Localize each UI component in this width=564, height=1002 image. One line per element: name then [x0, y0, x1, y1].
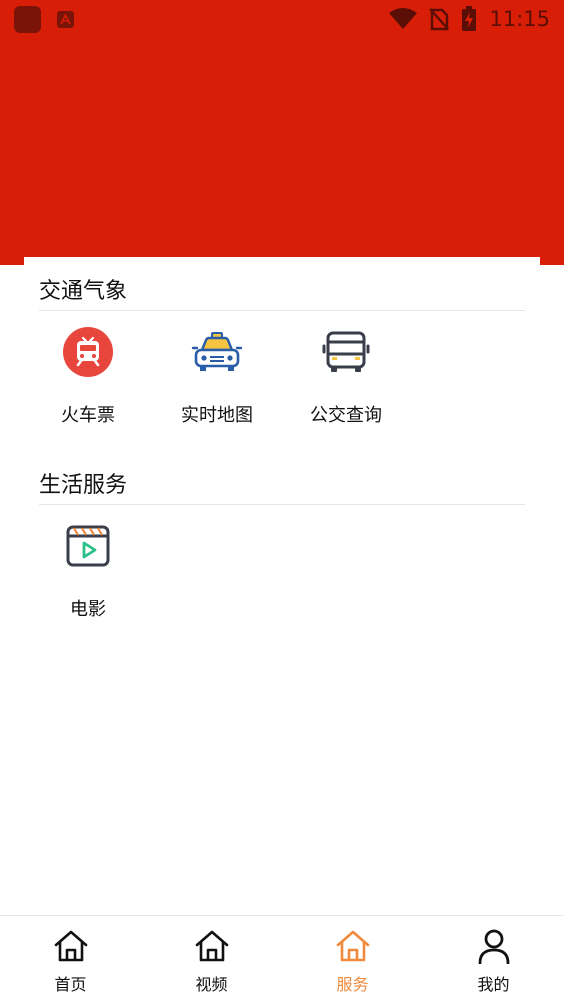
tab-label: 首页 — [54, 975, 87, 994]
app-icon — [14, 5, 41, 33]
tab-label: 服务 — [336, 975, 369, 994]
service-label: 火车票 — [61, 405, 115, 426]
bottom-nav: 首页 视频 服务 我的 — [0, 915, 564, 1002]
taxi-map-icon — [190, 325, 244, 379]
bus-icon — [319, 325, 373, 379]
tab-services[interactable]: 服务 — [282, 916, 423, 1002]
section-divider — [39, 504, 525, 505]
section-title-life-services: 生活服务 — [39, 473, 128, 498]
service-item-movie[interactable]: 电影 — [23, 519, 153, 621]
home-icon — [52, 927, 90, 965]
service-label: 公交查询 — [310, 405, 382, 426]
service-item-bus-query[interactable]: 公交查询 — [281, 325, 411, 427]
section-divider — [39, 310, 525, 311]
train-icon — [61, 325, 115, 379]
tab-label: 视频 — [195, 975, 228, 994]
service-item-train-ticket[interactable]: 火车票 — [23, 325, 153, 427]
section-title-transport: 交通气象 — [39, 279, 128, 304]
status-left — [14, 5, 74, 33]
text-a-icon — [57, 10, 74, 28]
user-icon — [475, 927, 513, 965]
home-icon — [334, 927, 372, 965]
battery-charging-icon — [462, 6, 477, 31]
service-label: 实时地图 — [181, 405, 253, 426]
tab-label: 我的 — [477, 975, 510, 994]
status-bar: 11:15 — [0, 0, 564, 38]
tab-mine[interactable]: 我的 — [423, 916, 564, 1002]
no-sim-icon — [429, 8, 450, 31]
status-right: 11:15 — [389, 6, 550, 32]
header-banner — [0, 0, 564, 265]
movie-icon — [61, 519, 115, 573]
service-item-realtime-map[interactable]: 实时地图 — [152, 325, 282, 427]
status-time: 11:15 — [489, 7, 550, 31]
service-label: 电影 — [70, 599, 106, 620]
app-screen: 11:15 交通气象 火车票 实时地图 公交查询 生活服务 电影 首页 视频 服… — [0, 0, 564, 1002]
tab-home[interactable]: 首页 — [0, 916, 141, 1002]
home-icon — [193, 927, 231, 965]
tab-video[interactable]: 视频 — [141, 916, 282, 1002]
wifi-icon — [389, 8, 418, 29]
